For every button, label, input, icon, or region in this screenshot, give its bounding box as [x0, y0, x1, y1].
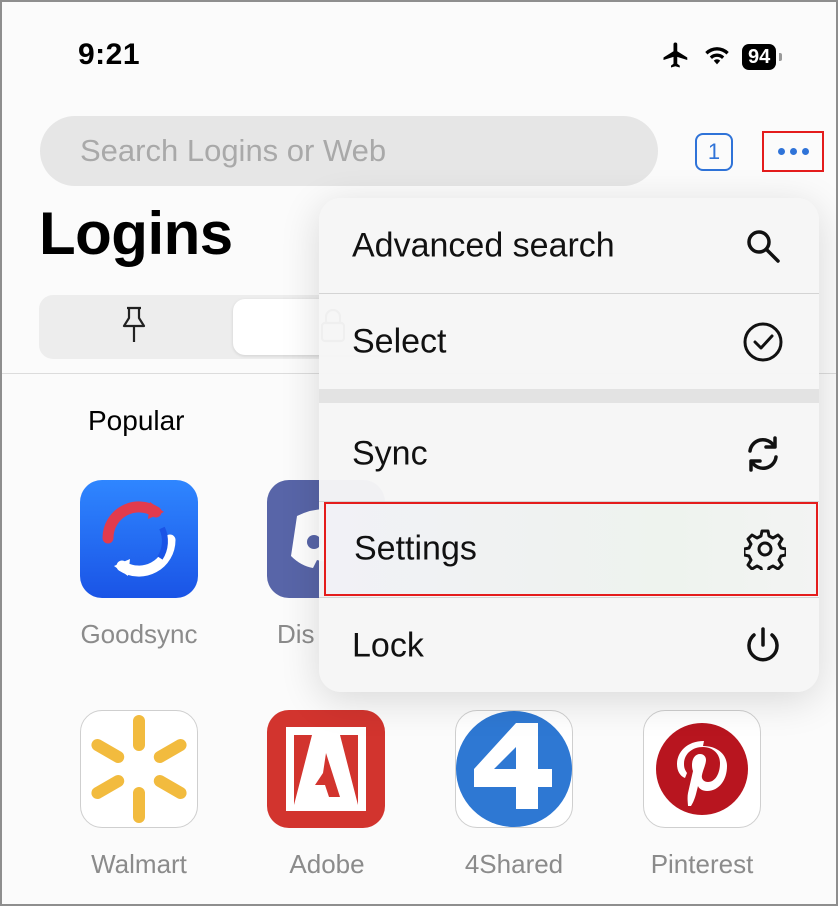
power-icon	[741, 624, 785, 668]
search-icon	[741, 224, 785, 268]
app-label: Walmart	[91, 849, 187, 879]
menu-group-gap	[319, 389, 819, 403]
page-title: Logins	[39, 200, 233, 267]
menu-item-label: Select	[352, 322, 447, 360]
app-label: Goodsync	[80, 619, 198, 649]
adobe-icon	[267, 727, 385, 828]
menu-item-lock[interactable]: Lock	[319, 598, 819, 692]
status-icons: 94	[660, 40, 783, 75]
app-tile-pinterest[interactable]	[643, 710, 761, 828]
app-tile-adobe[interactable]	[267, 710, 385, 828]
walmart-icon	[81, 715, 197, 827]
app-label: Pinterest	[650, 849, 754, 879]
segment-pinned[interactable]	[39, 299, 229, 355]
app-tile-goodsync[interactable]	[80, 480, 198, 598]
pinterest-icon	[644, 723, 760, 827]
ellipsis-icon	[777, 148, 785, 155]
app-screen: 9:21 94 Search Logins or Web 1 Logins Po…	[0, 0, 838, 906]
menu-item-label: Sync	[352, 434, 428, 472]
airplane-icon	[660, 40, 692, 75]
search-input[interactable]: Search Logins or Web	[40, 116, 658, 186]
menu-item-label: Advanced search	[352, 226, 615, 264]
more-menu: Advanced search Select Sync Settings Loc…	[319, 198, 819, 692]
menu-item-label: Settings	[354, 529, 477, 568]
tab-count-button[interactable]: 1	[695, 133, 733, 171]
menu-item-settings[interactable]: Settings	[324, 502, 818, 596]
app-tile-walmart[interactable]	[80, 710, 198, 828]
battery-icon: 94	[742, 44, 783, 70]
app-label: Adobe	[289, 849, 365, 879]
app-label: 4Shared	[464, 849, 564, 879]
menu-item-select[interactable]: Select	[319, 294, 819, 389]
4shared-icon	[456, 711, 572, 827]
app-tile-4shared[interactable]	[455, 710, 573, 828]
menu-item-label: Lock	[352, 626, 424, 664]
status-time: 9:21	[78, 38, 141, 71]
pin-icon	[117, 305, 151, 350]
sync-icon	[741, 432, 785, 476]
menu-item-sync[interactable]: Sync	[319, 406, 819, 501]
gear-icon	[743, 527, 787, 571]
more-button[interactable]	[762, 131, 824, 172]
menu-item-advanced-search[interactable]: Advanced search	[319, 198, 819, 293]
goodsync-icon	[80, 501, 198, 598]
checkmark-circle-icon	[741, 320, 785, 364]
search-placeholder: Search Logins or Web	[80, 133, 387, 168]
wifi-icon	[702, 42, 732, 73]
section-popular-label: Popular	[88, 405, 185, 436]
